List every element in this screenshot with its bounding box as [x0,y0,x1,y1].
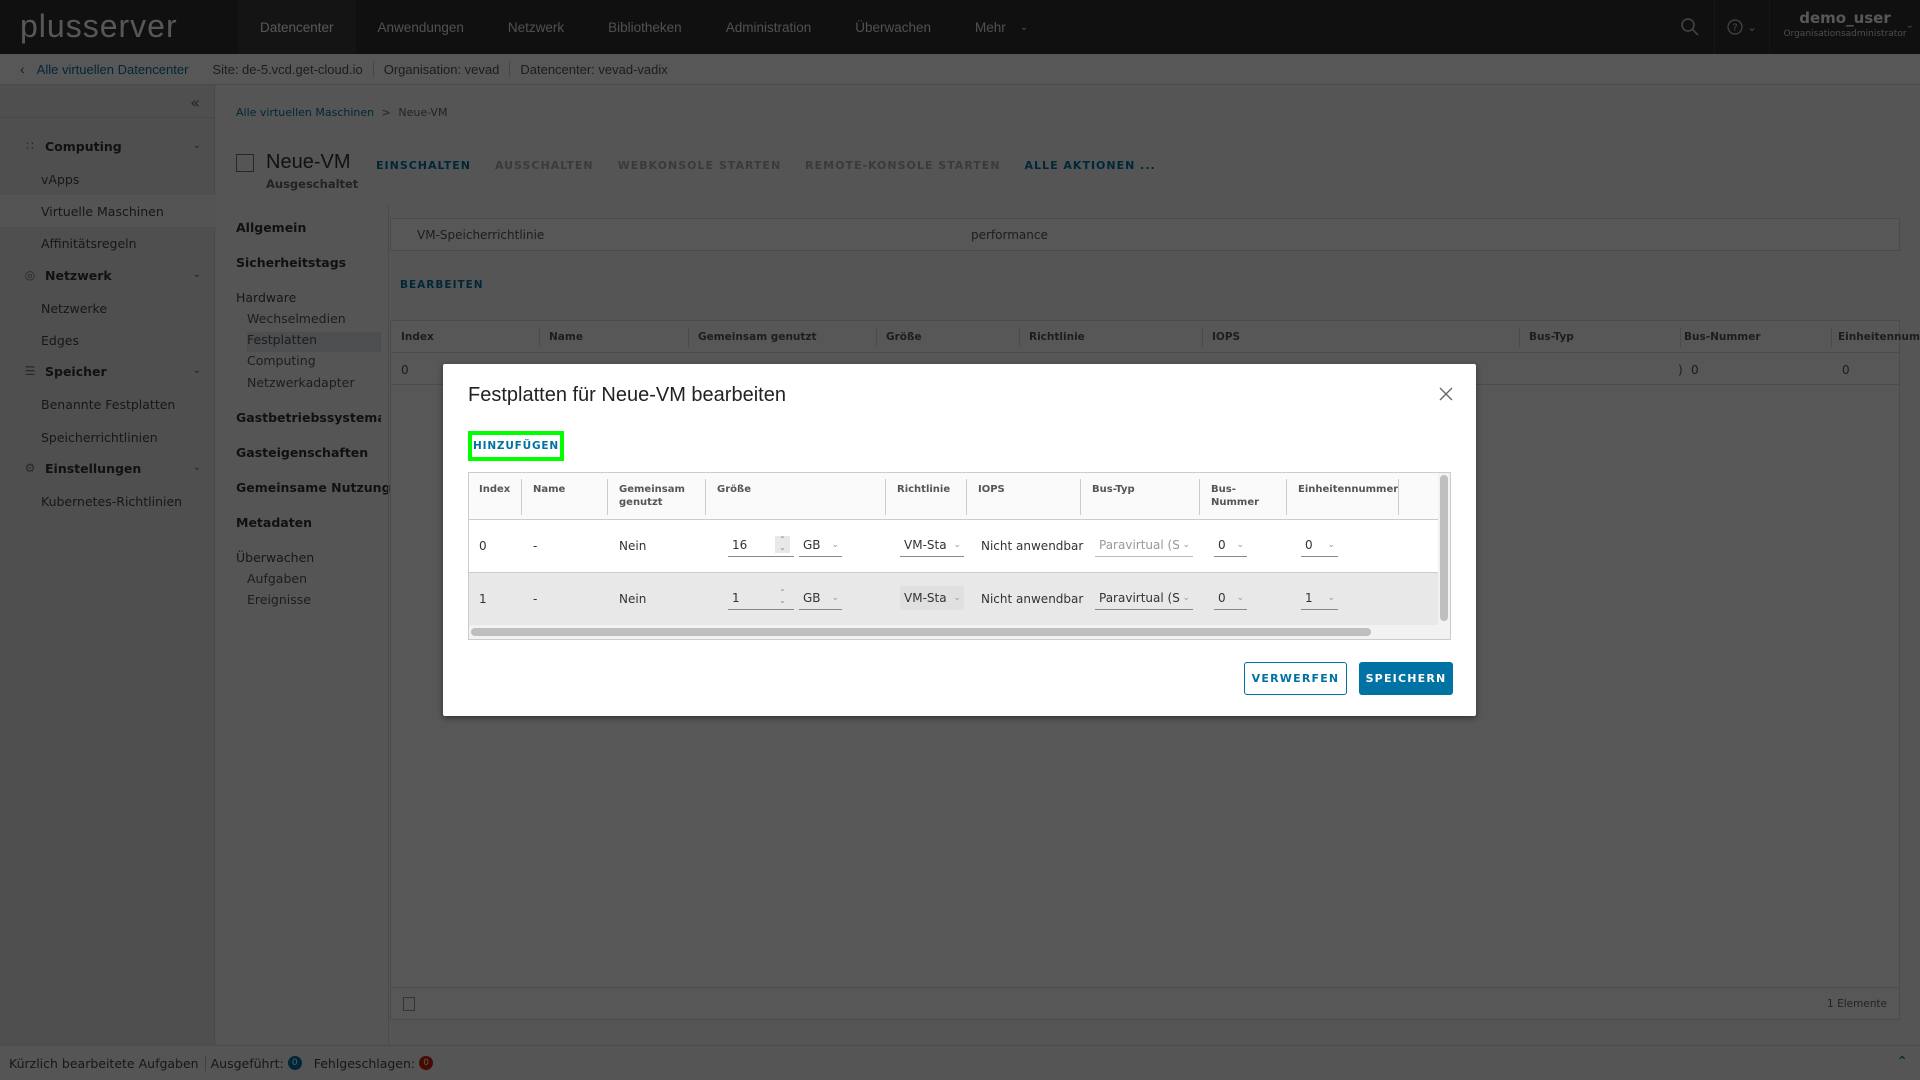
bus-number-select[interactable]: 0 ⌄ [1214,586,1247,610]
size-unit-select[interactable]: GB ⌄ [799,533,842,557]
chevron-down-icon: ⌄ [953,540,961,550]
chevron-down-icon: ⌄ [1182,593,1190,603]
cell-iops: Nicht anwendbar [981,592,1084,606]
disk-grid: Index Name Gemeinsam genutzt Größe Richt… [468,472,1451,640]
horizontal-scrollbar-thumb[interactable] [471,628,1371,636]
column-header-bus-type[interactable]: Bus-Typ [1092,483,1135,496]
policy-value: VM-Sta [904,591,947,605]
unit-number-select[interactable]: 1 ⌄ [1301,586,1338,610]
chevron-down-icon: ⌄ [1236,540,1244,550]
divider [966,479,967,515]
disk-row: 1 - Nein 1 ⌃ ⌄ GB ⌄ VM-Sta ⌄ Nicht anwend… [469,573,1439,626]
cell-index: 1 [479,592,487,606]
divider [705,479,706,515]
column-header-size[interactable]: Größe [717,483,751,496]
unit-number-value: 0 [1305,538,1313,552]
column-header-shared[interactable]: Gemeinsam genutzt [619,483,689,509]
horizontal-scrollbar[interactable] [469,625,1439,639]
bus-type-value: Paravirtual (S [1099,591,1180,605]
chevron-down-icon: ⌄ [1182,540,1190,550]
chevron-down-icon: ⌄ [1327,593,1335,603]
column-header-index[interactable]: Index [479,483,510,496]
cell-name: - [533,592,538,606]
bus-type-value: Paravirtual (S [1099,538,1180,552]
cell-name: - [533,539,538,553]
cell-shared: Nein [619,592,647,606]
chevron-down-icon: ⌄ [831,593,839,603]
column-header-unit-number[interactable]: Einheitennummer [1298,483,1398,496]
close-icon[interactable] [1438,386,1454,402]
size-unit-select[interactable]: GB ⌄ [799,586,842,610]
divider [1398,479,1399,515]
chevron-down-icon: ⌄ [1236,593,1244,603]
column-header-iops[interactable]: IOPS [978,483,1005,496]
bus-type-select[interactable]: Paravirtual (S ⌄ [1095,586,1193,610]
chevron-down-icon: ⌄ [953,593,961,603]
size-input[interactable]: 16 ⌃ ⌄ [728,533,794,557]
vertical-scrollbar[interactable] [1438,473,1450,639]
size-value: 1 [732,591,740,605]
divider [1199,479,1200,515]
column-header-bus-number[interactable]: Bus-Nummer [1211,483,1261,509]
cell-iops: Nicht anwendbar [981,539,1084,553]
vertical-scrollbar-thumb[interactable] [1440,475,1448,621]
cell-index: 0 [479,539,487,553]
stepper-icon[interactable]: ⌃ ⌄ [775,589,790,606]
bus-type-select[interactable]: Paravirtual (S ⌄ [1095,533,1193,557]
unit-value: GB [803,538,821,552]
add-disk-button[interactable]: HINZUFÜGEN [468,431,564,461]
policy-select[interactable]: VM-Sta ⌄ [900,586,964,610]
unit-value: GB [803,591,821,605]
chevron-down-icon: ⌄ [831,540,839,550]
stepper-icon[interactable]: ⌃ ⌄ [775,536,790,553]
divider [1080,479,1081,515]
edit-disks-modal: Festplatten für Neue-VM bearbeiten HINZU… [443,364,1476,716]
size-value: 16 [732,538,748,552]
discard-button[interactable]: VERWERFEN [1244,662,1347,695]
bus-number-value: 0 [1218,538,1226,552]
chevron-down-icon: ⌄ [1327,540,1335,550]
divider [521,479,522,515]
bus-number-value: 0 [1218,591,1226,605]
divider [885,479,886,515]
bus-number-select[interactable]: 0 ⌄ [1214,533,1247,557]
disk-row: 0 - Nein 16 ⌃ ⌄ GB ⌄ VM-Sta ⌄ Nicht anwen… [469,520,1439,573]
unit-number-select[interactable]: 0 ⌄ [1301,533,1338,557]
cell-shared: Nein [619,539,647,553]
policy-select[interactable]: VM-Sta ⌄ [900,533,964,557]
policy-value: VM-Sta [904,538,947,552]
size-input[interactable]: 1 ⌃ ⌄ [728,586,794,610]
grid-header: Index Name Gemeinsam genutzt Größe Richt… [469,473,1439,520]
column-header-name[interactable]: Name [533,483,565,496]
save-button[interactable]: SPEICHERN [1359,662,1453,695]
modal-title: Festplatten für Neue-VM bearbeiten [468,384,786,406]
divider [1286,479,1287,515]
unit-number-value: 1 [1305,591,1313,605]
divider [607,479,608,515]
column-header-policy[interactable]: Richtlinie [897,483,950,496]
